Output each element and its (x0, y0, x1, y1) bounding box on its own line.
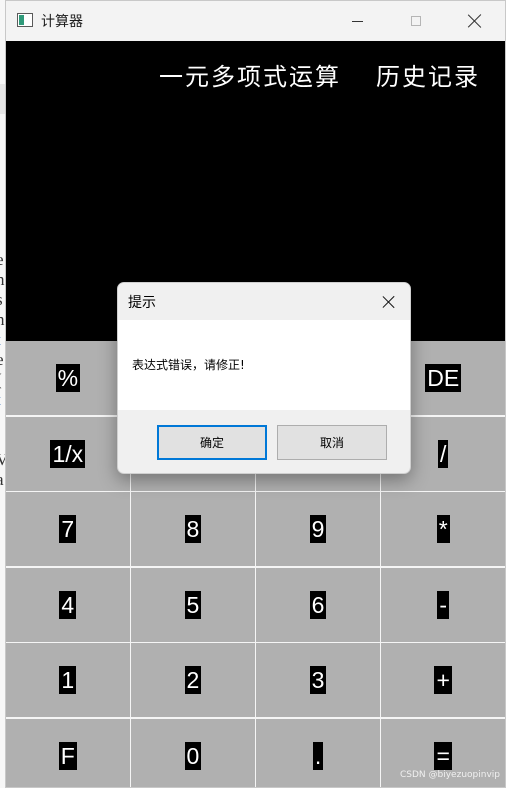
key-3[interactable]: 3 (256, 643, 380, 717)
key-1[interactable]: 1 (6, 643, 130, 717)
key-label: = (434, 741, 452, 770)
cancel-button[interactable]: 取消 (277, 425, 387, 460)
key-label: 1/x (50, 439, 86, 468)
key-label: 4 (59, 590, 77, 619)
key-add[interactable]: + (381, 643, 505, 717)
key-label: 0 (184, 741, 202, 770)
app-icon (17, 13, 33, 27)
dialog-title: 提示 (128, 295, 156, 311)
dialog-close-button[interactable] (368, 283, 410, 320)
key-label: % (55, 364, 81, 392)
dialog-body: 表达式错误，请修正! (118, 320, 410, 410)
key-9[interactable]: 9 (256, 492, 380, 566)
close-button[interactable] (446, 1, 504, 41)
key-7[interactable]: 7 (6, 492, 130, 566)
key-label: 8 (184, 515, 202, 543)
key-percent[interactable]: % (6, 341, 130, 415)
polynomial-mode-link[interactable]: 一元多项式运算 (159, 57, 341, 92)
key-label: 2 (184, 666, 202, 694)
key-label: 1 (59, 666, 77, 694)
maximize-icon (411, 16, 421, 26)
minimize-button[interactable] (328, 1, 386, 41)
key-label: 7 (59, 515, 77, 543)
key-label: DE (425, 364, 462, 392)
key-f[interactable]: F (6, 718, 130, 787)
title-bar[interactable]: 计算器 (6, 1, 505, 41)
error-dialog: 提示 表达式错误，请修正! 确定 取消 (117, 282, 411, 474)
close-icon (468, 14, 482, 28)
key-8[interactable]: 8 (131, 492, 255, 566)
watermark: CSDN @biyezuopinvip (400, 770, 500, 780)
history-link[interactable]: 历史记录 (376, 57, 480, 92)
key-2[interactable]: 2 (131, 643, 255, 717)
key-dot[interactable]: . (256, 718, 380, 787)
dialog-title-bar[interactable]: 提示 (118, 283, 410, 320)
key-6[interactable]: 6 (256, 567, 380, 642)
key-label: 3 (309, 666, 327, 694)
window-title: 计算器 (41, 14, 83, 30)
key-5[interactable]: 5 (131, 567, 255, 642)
key-label: F (58, 741, 77, 770)
minimize-icon (351, 20, 363, 22)
key-label: / (437, 439, 449, 468)
dialog-message: 表达式错误，请修正! (132, 358, 245, 372)
key-4[interactable]: 4 (6, 567, 130, 642)
key-label: + (434, 666, 452, 694)
key-subtract[interactable]: - (381, 567, 505, 642)
maximize-button[interactable] (387, 1, 445, 41)
key-0[interactable]: 0 (131, 718, 255, 787)
key-label: 9 (309, 515, 327, 543)
ok-button[interactable]: 确定 (157, 425, 267, 460)
key-label: * (436, 515, 450, 543)
key-label: - (437, 590, 450, 619)
key-label: 5 (184, 590, 202, 619)
key-reciprocal[interactable]: 1/x (6, 416, 130, 491)
close-icon (383, 296, 395, 308)
key-multiply[interactable]: * (381, 492, 505, 566)
key-label: 6 (309, 590, 327, 619)
key-label: . (312, 741, 324, 770)
